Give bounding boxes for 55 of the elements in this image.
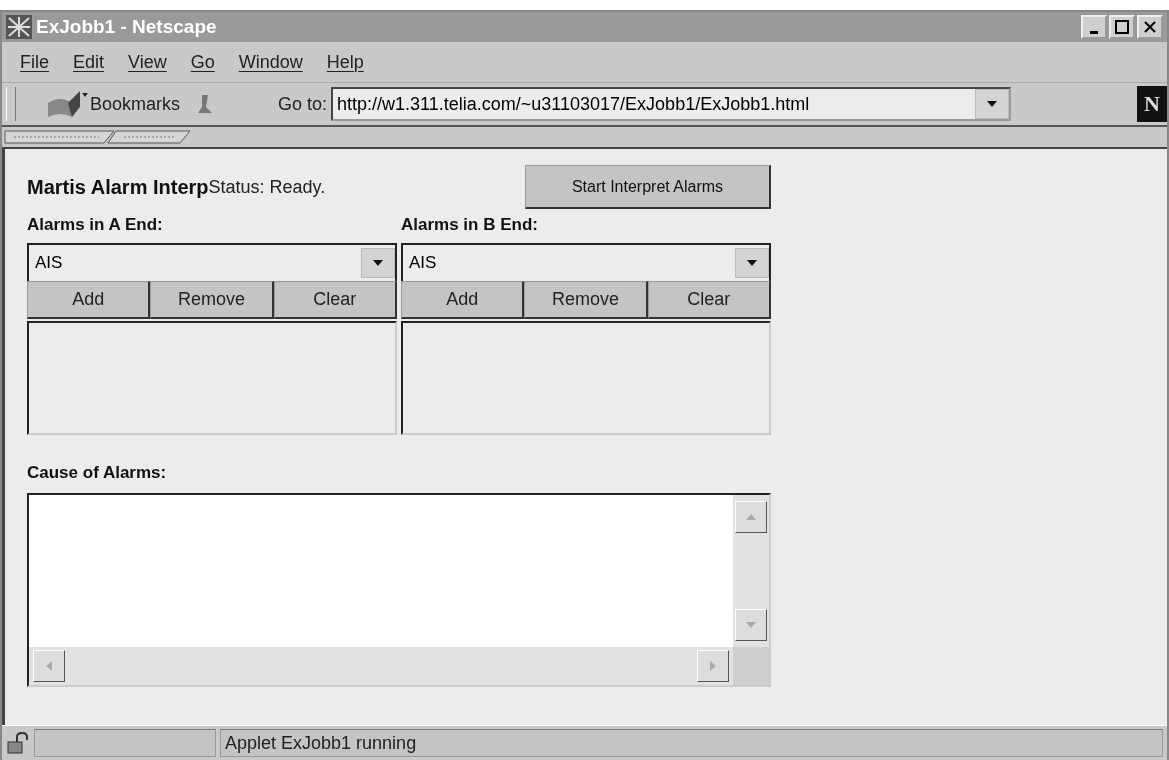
dropdown-button[interactable] [735, 248, 769, 278]
applet-title: Martis Alarm Interp [27, 175, 209, 199]
scroll-down-button[interactable] [735, 609, 767, 641]
dropdown-button[interactable] [361, 248, 395, 278]
section-label: Alarms in A End: [27, 215, 164, 236]
menu-item[interactable]: File [20, 51, 49, 73]
window-title: ExJobb1 - Netscape [36, 16, 217, 38]
browser-logo: N [1137, 86, 1167, 122]
horizontal-scrollbar[interactable] [29, 647, 733, 685]
caret-icon [747, 260, 757, 266]
scrollbar-corner [733, 647, 769, 685]
bookmark-book-icon[interactable] [46, 89, 90, 119]
action-button[interactable]: Remove [150, 281, 274, 319]
url-dropdown-button[interactable] [975, 89, 1010, 119]
alarm-dropdown[interactable]: AIS [27, 243, 397, 281]
arrow-left-icon [46, 661, 52, 671]
alarm-list[interactable] [27, 321, 397, 435]
section-label: Cause of Alarms: [27, 463, 168, 484]
start-button[interactable]: Start Interpret Alarms [525, 165, 771, 209]
vertical-scrollbar[interactable] [733, 495, 769, 647]
bookmarks-label[interactable]: Bookmarks [90, 93, 181, 115]
section-label: Alarms in B End: [401, 215, 539, 236]
action-button[interactable]: Clear [273, 281, 397, 319]
arrow-right-icon [710, 661, 716, 671]
scroll-left-button[interactable] [33, 650, 65, 682]
arrow-down-icon [746, 622, 756, 628]
status-message: Applet ExJobb1 running [224, 732, 417, 754]
arrow-up-icon [746, 514, 756, 520]
status-text: Status: Ready. [208, 176, 326, 197]
toolbar-grip[interactable] [6, 87, 16, 121]
menu-item[interactable]: Help [326, 51, 364, 73]
scroll-right-button[interactable] [697, 650, 729, 682]
minimize-icon [1090, 30, 1098, 34]
caret-icon [373, 260, 383, 266]
url-field[interactable]: http://w1.311.telia.com/~u31103017/ExJobb1/ExJobb1.html [331, 87, 1012, 121]
action-button[interactable]: Clear [647, 281, 771, 319]
padlock-icon[interactable] [6, 732, 30, 754]
menu-item[interactable]: Edit [73, 51, 105, 73]
goto-label: Go to: [278, 93, 328, 115]
menu-item[interactable]: Window [238, 51, 303, 73]
close-icon [1144, 21, 1156, 33]
maximize-icon [1115, 20, 1129, 34]
caret-icon [987, 101, 998, 107]
app-icon [6, 15, 32, 39]
minimize-button[interactable] [1081, 15, 1107, 39]
action-button[interactable]: Remove [524, 281, 648, 319]
alarm-list[interactable] [401, 321, 771, 435]
scroll-up-button[interactable] [735, 501, 767, 533]
action-button[interactable]: Add [27, 281, 151, 319]
alarm-dropdown[interactable]: AIS [401, 243, 771, 281]
menu-item[interactable]: Go [190, 51, 215, 73]
close-button[interactable] [1137, 15, 1163, 39]
action-button[interactable]: Add [401, 281, 525, 319]
menu-item[interactable]: View [128, 51, 167, 73]
maximize-button[interactable] [1109, 15, 1135, 39]
